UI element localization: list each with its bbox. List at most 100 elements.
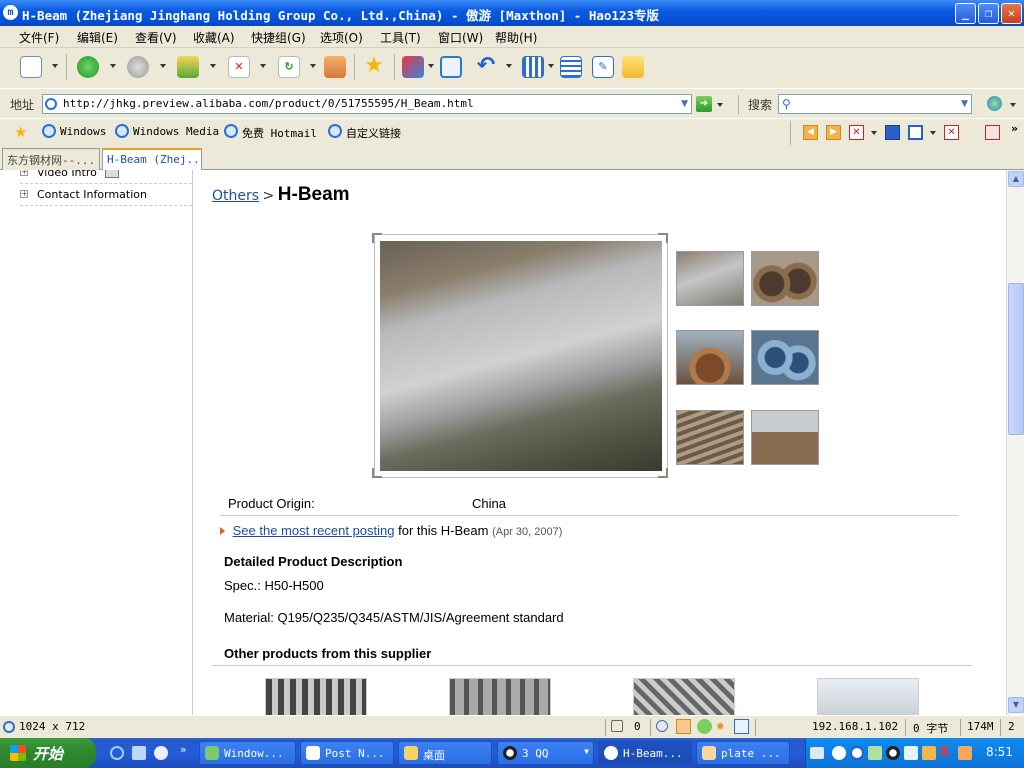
flash-icon[interactable]: ✸ [716,719,731,734]
task-plate[interactable]: plate ... [696,741,790,765]
tab-dongfang[interactable]: 东方钢材网--... [2,148,100,170]
product-thumb-3[interactable] [633,678,735,715]
media-quicklaunch-icon[interactable] [154,746,168,760]
menu-options[interactable]: 选项(O) [320,29,363,46]
product-thumb-1[interactable] [265,678,367,715]
task-post[interactable]: Post N... [300,741,394,765]
search-input[interactable]: ⚲ ▼ [778,94,972,114]
chevron-down-icon[interactable] [428,64,434,68]
sidebar-item-contact[interactable]: + Contact Information [20,184,192,206]
qq-tray-icon[interactable] [886,746,900,760]
minimize-button[interactable]: _ [955,3,976,24]
network-icon[interactable] [850,746,864,760]
menu-favorites[interactable]: 收藏(A) [193,29,235,46]
notes-button[interactable] [618,52,648,82]
chevron-down-icon[interactable] [260,64,266,68]
keyboard-icon[interactable] [810,747,824,759]
chevron-down-icon[interactable] [871,131,877,135]
minimize-tab-icon[interactable] [885,125,900,140]
close-tab-icon[interactable]: ✕ [849,125,864,140]
popup-blocker-icon[interactable] [676,719,691,734]
thumbnail-3[interactable] [676,330,744,385]
edit-button[interactable]: ✎ [588,52,618,82]
link-hotmail[interactable]: 免费 Hotmail [242,125,317,141]
more-quicklaunch-icon[interactable]: » [180,743,187,756]
menu-groups[interactable]: 快捷组(G) [251,29,306,46]
home-button[interactable] [320,52,350,82]
thumbnail-5[interactable] [676,410,744,465]
vertical-scrollbar[interactable]: ▲ ▼ [1006,170,1024,715]
menu-tools[interactable]: 工具(T) [380,29,421,46]
menu-help[interactable]: 帮助(H) [495,29,537,46]
task-qq[interactable]: 3 QQ ▼ [497,741,594,765]
restore-tab-icon[interactable] [908,125,923,140]
new-page-button[interactable] [16,52,46,82]
link-custom[interactable]: 自定义链接 [346,125,401,141]
ad-hunter-icon[interactable] [697,719,712,734]
chevron-down-icon[interactable] [930,131,936,135]
thumbnail-2[interactable] [751,251,819,306]
thumbnail-4[interactable] [751,330,819,385]
stop-button[interactable]: ✕ [224,52,254,82]
scroll-down-icon[interactable]: ▼ [1008,697,1024,713]
chevron-down-icon[interactable] [506,64,512,68]
columns-button[interactable] [518,52,548,82]
scroll-up-icon[interactable]: ▲ [1008,171,1024,187]
address-input[interactable]: http://jhkg.preview.alibaba.com/product/… [42,94,692,114]
task-windows[interactable]: Window... [199,741,296,765]
chevron-down-icon[interactable] [52,64,58,68]
tab-h-beam[interactable]: H-Beam (Zhej... [102,148,202,170]
menu-edit[interactable]: 编辑(E) [77,29,118,46]
main-product-image[interactable] [374,234,668,478]
prev-tab-icon[interactable]: ◀ [803,125,818,140]
product-thumb-2[interactable] [449,678,551,715]
chevron-down-icon[interactable]: ▼ [961,99,968,109]
next-tab-icon[interactable]: ▶ [826,125,841,140]
chevron-down-icon[interactable] [1010,103,1016,107]
chevron-down-icon[interactable] [210,64,216,68]
antivirus-icon[interactable] [868,746,882,760]
maxthon-tray-icon[interactable] [832,746,846,760]
up-button[interactable] [173,52,203,82]
task-h-beam[interactable]: H-Beam... [598,741,692,765]
cart-icon[interactable] [985,125,1000,140]
undo-button[interactable]: ↶ [471,52,501,82]
chevron-down-icon[interactable] [717,103,723,107]
start-button[interactable]: 开始 [0,738,96,768]
trash-icon[interactable] [611,720,623,732]
more-links-icon[interactable]: » [1011,122,1018,135]
go-button[interactable]: ➜ [696,96,712,112]
link-windows-media[interactable]: Windows Media [133,125,219,138]
chevron-down-icon[interactable] [110,64,116,68]
close-all-icon[interactable]: ✕ [944,125,959,140]
favorites-button[interactable]: ★ [359,52,389,82]
chevron-down-icon[interactable]: ▼ [681,99,688,109]
back-button[interactable] [73,52,103,82]
k-icon[interactable]: K [940,746,954,760]
new-window-button[interactable] [436,52,466,82]
globe-icon[interactable] [987,96,1002,111]
chevron-down-icon[interactable] [310,64,316,68]
scroll-thumb[interactable] [1008,283,1024,435]
thumbnail-6[interactable] [751,410,819,465]
translate-button[interactable] [398,52,428,82]
task-desktop[interactable]: 桌面 [398,741,492,765]
ie-quicklaunch-icon[interactable] [110,746,124,760]
chevron-down-icon[interactable] [548,64,554,68]
chevron-down-icon[interactable] [160,64,166,68]
thumbnail-1[interactable] [676,251,744,306]
breadcrumb-others-link[interactable]: Others [212,188,259,204]
menu-file[interactable]: 文件(F) [19,29,59,46]
menu-window[interactable]: 窗口(W) [438,29,483,46]
refresh-button[interactable]: ↻ [274,52,304,82]
desktop-quicklaunch-icon[interactable] [132,746,146,760]
forward-button[interactable] [123,52,153,82]
update-icon[interactable] [958,746,972,760]
sidebar-item-video[interactable]: + Video Intro [20,170,192,184]
favorites-star-icon[interactable]: ★ [14,123,27,141]
capture-icon[interactable] [734,719,749,734]
maximize-button[interactable]: ❐ [978,3,999,24]
product-thumb-4[interactable] [817,678,919,715]
link-windows[interactable]: Windows [60,125,106,138]
volume-icon[interactable] [922,746,936,760]
